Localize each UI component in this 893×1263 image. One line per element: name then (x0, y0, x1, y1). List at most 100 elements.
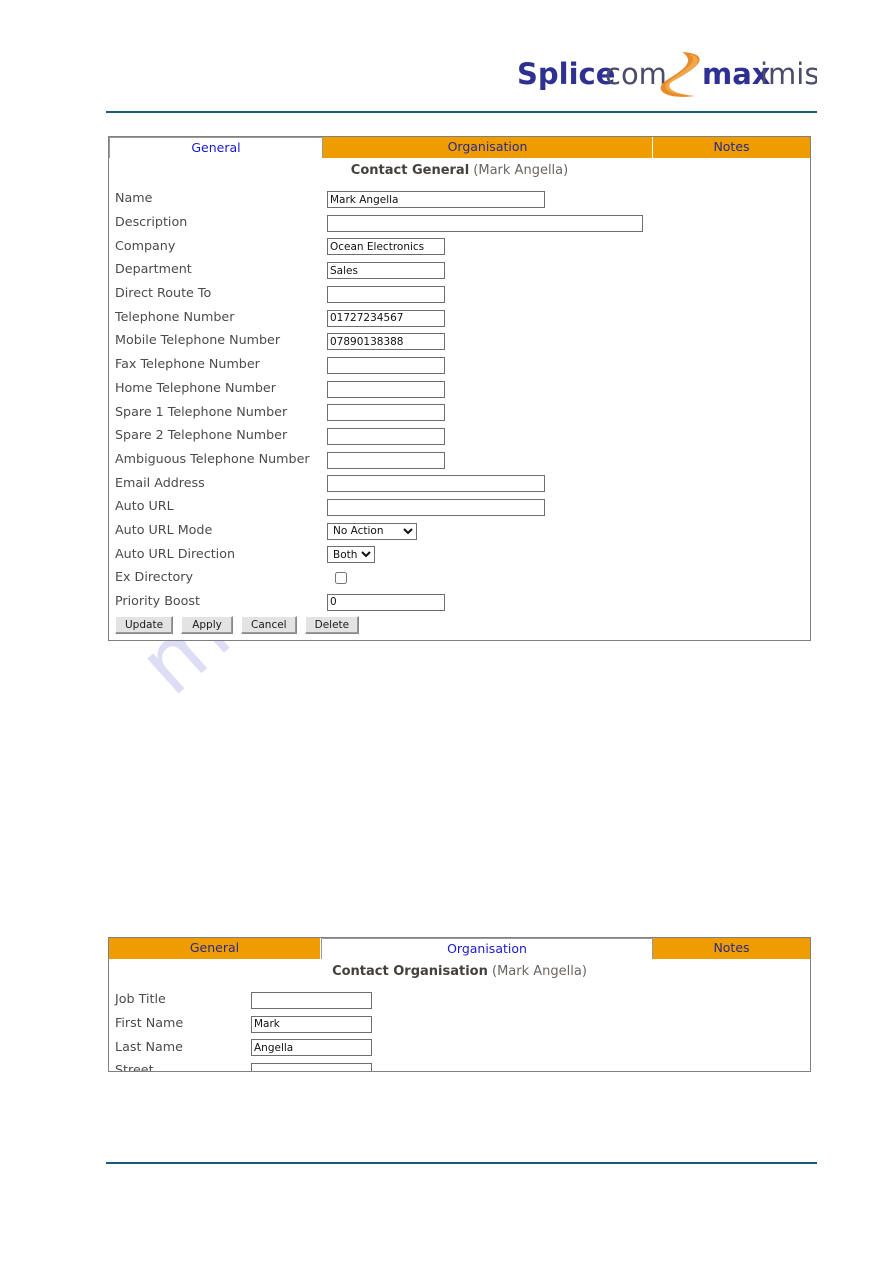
splicecom-maximiser-logo: Splice com max imiser (517, 44, 817, 104)
tab-notes[interactable]: Notes (653, 137, 810, 158)
tab-notes-2-label: Notes (713, 940, 750, 955)
tab-general[interactable]: General (109, 137, 323, 158)
svg-text:imiser: imiser (760, 57, 817, 91)
tab-organisation-label: Organisation (447, 139, 528, 154)
apply-button[interactable]: Apply (181, 616, 234, 635)
field-row-last-name: Last Name (109, 1034, 810, 1058)
general-title-bold: Contact General (350, 163, 470, 178)
select-auto-url-mode[interactable]: No Action (327, 522, 417, 540)
checkbox-ex-directory[interactable] (335, 571, 347, 584)
field-row-ambiguous-telephone-number: Ambiguous Telephone Number (109, 447, 810, 471)
label-department: Department (115, 261, 192, 277)
input-last-name[interactable] (251, 1039, 372, 1057)
tab-general-2-label: General (189, 940, 240, 955)
label-ambiguous-telephone-number: Ambiguous Telephone Number (115, 450, 310, 466)
input-department[interactable] (327, 262, 445, 280)
field-row-name: Name (109, 186, 810, 210)
label-auto-url: Auto URL (115, 498, 174, 514)
input-priority-boost[interactable] (327, 593, 445, 611)
field-row-direct-route-to: Direct Route To (109, 281, 810, 305)
input-company[interactable] (327, 238, 445, 256)
input-spare-1-telephone-number[interactable] (327, 404, 445, 422)
input-first-name[interactable] (251, 1015, 372, 1033)
label-company: Company (115, 237, 176, 253)
field-row-email-address: Email Address (109, 470, 810, 494)
label-spare-2-telephone-number: Spare 2 Telephone Number (115, 427, 288, 443)
field-row-auto-url-direction: Auto URL Direction Both (109, 541, 810, 565)
delete-button[interactable]: Delete (304, 616, 360, 635)
organisation-title-subject: (Mark Angella) (492, 964, 587, 979)
label-job-title: Job Title (115, 991, 166, 1007)
field-row-auto-url-mode: Auto URL Mode No Action (109, 518, 810, 542)
field-row-spare-2-telephone-number: Spare 2 Telephone Number (109, 423, 810, 447)
field-row-telephone-number: Telephone Number (109, 304, 810, 328)
field-row-ex-directory: Ex Directory (109, 565, 810, 589)
input-street[interactable] (251, 1063, 372, 1071)
label-first-name: First Name (115, 1015, 184, 1031)
tab-general-label: General (191, 140, 241, 155)
label-direct-route-to: Direct Route To (115, 285, 212, 301)
label-telephone-number: Telephone Number (115, 308, 235, 324)
field-row-description: Description (109, 210, 810, 234)
field-row-job-title: Job Title (109, 987, 810, 1011)
tab-notes-2[interactable]: Notes (653, 938, 810, 959)
label-street: Street (115, 1062, 154, 1072)
general-form-body: Name Description Company Department Dire… (109, 180, 810, 635)
general-title-subject: (Mark Angella) (473, 163, 569, 178)
field-row-spare-1-telephone-number: Spare 1 Telephone Number (109, 399, 810, 423)
update-button[interactable]: Update (115, 616, 174, 635)
field-row-auto-url: Auto URL (109, 494, 810, 518)
organisation-title-bold: Contact Organisation (332, 964, 488, 979)
input-telephone-number[interactable] (327, 309, 445, 327)
field-row-priority-boost: Priority Boost (109, 589, 810, 613)
input-ambiguous-telephone-number[interactable] (327, 451, 445, 469)
label-auto-url-direction: Auto URL Direction (115, 545, 236, 561)
field-row-department: Department (109, 257, 810, 281)
tab-organisation-2[interactable]: Organisation (321, 938, 653, 959)
label-auto-url-mode: Auto URL Mode (115, 521, 213, 537)
label-priority-boost: Priority Boost (115, 593, 201, 609)
general-button-row: Update Apply Cancel Delete (109, 616, 810, 635)
organisation-form-body: Job Title First Name Last Name Street (109, 981, 810, 1072)
select-auto-url-direction[interactable]: Both (327, 546, 375, 564)
label-fax-telephone-number: Fax Telephone Number (115, 356, 260, 372)
input-fax-telephone-number[interactable] (327, 356, 445, 374)
label-description: Description (115, 214, 188, 230)
cancel-button[interactable]: Cancel (241, 616, 297, 635)
organisation-panel-title: Contact Organisation (Mark Angella) (109, 964, 810, 979)
contact-organisation-panel: General Organisation Notes Contact Organ… (108, 937, 811, 1072)
input-description[interactable] (327, 214, 643, 232)
general-tabrow: General Organisation Notes (109, 137, 810, 158)
header-rule (106, 111, 817, 113)
field-row-street: Street (109, 1058, 810, 1072)
field-row-first-name: First Name (109, 1011, 810, 1035)
tab-notes-label: Notes (713, 139, 750, 154)
svg-text:com: com (605, 57, 667, 91)
input-job-title[interactable] (251, 992, 372, 1010)
label-last-name: Last Name (115, 1038, 183, 1054)
field-row-fax-telephone-number: Fax Telephone Number (109, 352, 810, 376)
footer-rule (106, 1162, 817, 1164)
tab-organisation-2-label: Organisation (447, 941, 527, 956)
label-name: Name (115, 190, 153, 206)
input-mobile-telephone-number[interactable] (327, 333, 445, 351)
svg-text:Splice: Splice (517, 57, 615, 91)
label-spare-1-telephone-number: Spare 1 Telephone Number (115, 403, 288, 419)
field-row-mobile-telephone-number: Mobile Telephone Number (109, 328, 810, 352)
field-row-company: Company (109, 233, 810, 257)
label-email-address: Email Address (115, 474, 205, 490)
input-auto-url[interactable] (327, 499, 545, 517)
label-home-telephone-number: Home Telephone Number (115, 379, 276, 395)
input-email-address[interactable] (327, 475, 545, 493)
input-direct-route-to[interactable] (327, 285, 445, 303)
input-name[interactable] (327, 191, 545, 209)
tab-organisation[interactable]: Organisation (323, 137, 653, 158)
contact-general-panel: General Organisation Notes Contact Gener… (108, 136, 811, 641)
document-page: manualshive.com Splice com max imiser Ge… (0, 0, 893, 1263)
input-home-telephone-number[interactable] (327, 380, 445, 398)
logo-svg: Splice com max imiser (517, 52, 817, 97)
field-row-home-telephone-number: Home Telephone Number (109, 376, 810, 400)
input-spare-2-telephone-number[interactable] (327, 427, 445, 445)
tab-general-2[interactable]: General (109, 938, 321, 959)
general-panel-title: Contact General (Mark Angella) (109, 163, 810, 178)
